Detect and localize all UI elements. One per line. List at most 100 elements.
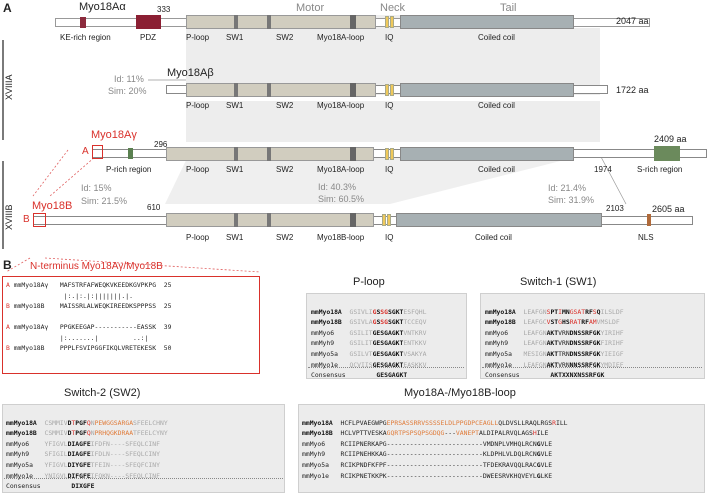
sw2-mark-18b [267, 213, 271, 227]
nterm-row-num: 25 [163, 281, 172, 289]
nterm-row-marker: A [6, 281, 14, 289]
mid-similarity: Sim: 60.5% [318, 194, 365, 204]
ploop-consensus-divider [308, 367, 464, 368]
nterm-row-num: 50 [163, 344, 172, 352]
loop-label-gamma: Myo18A-loop [317, 165, 365, 174]
motor-domain-alpha [186, 15, 376, 29]
sw1-mark-alpha [234, 15, 238, 29]
nterm-row-name: mmMyo18Aγ [13, 281, 60, 289]
nterm-row-marker [6, 334, 14, 342]
iq-label-gamma: IQ [385, 165, 394, 174]
iq-mark-alpha-2 [390, 16, 394, 28]
iq-mark-alpha-1 [385, 16, 389, 28]
nterm-row: A mmMyo18Aγ MAFSTRFAFWEQKVKEEDKGVPKPG 25 [6, 280, 171, 291]
nterm-row-seq: MAFSTRFAFWEQKVKEEDKGVPKPG [59, 281, 164, 289]
nterm-row: B mmMyo18B MAISSRLALWEQKIREEDKSPPPSS 25 [6, 301, 171, 312]
myo18a-gamma-name: Myo18Aγ [91, 129, 137, 141]
iq-mark-beta-2 [390, 84, 394, 96]
myo18a-alpha-length: 2047 aa [616, 16, 649, 26]
p-rich-domain [128, 148, 133, 159]
header-motor: Motor [296, 2, 325, 14]
gamma-length: 2409 aa [654, 134, 687, 144]
iq-mark-beta-1 [385, 84, 389, 96]
sw1-mark-18b [234, 213, 238, 227]
nterm-row-name: mmMyo18B [13, 344, 60, 352]
nterm-row: A mmMyo18Aγ PPGKEEGAP-----------EASSK 39 [6, 322, 171, 333]
loop-label-beta: Myo18A-loop [317, 101, 365, 110]
nterm-row-num: 25 [163, 302, 172, 310]
loop-label-18b: Myo18B-loop [317, 233, 365, 242]
myo18b-pos-610: 610 [147, 203, 161, 212]
nterm-row-marker: B [6, 344, 14, 352]
gamma-b-similarity: Sim: 21.5% [81, 196, 128, 206]
nterm-row: |:.|:.|:|||||||.|. [6, 291, 164, 302]
class-xviiib-label: XVIIIB [4, 204, 14, 230]
gamma-nterm-box [92, 145, 103, 159]
sw2-label-alpha: SW2 [276, 33, 294, 42]
p-rich-label: P-rich region [106, 165, 152, 174]
coil-label-gamma: Coiled coil [478, 165, 515, 174]
loop-mark-beta [350, 83, 356, 97]
header-tail: Tail [500, 2, 517, 14]
beta-identity: Id: 11% [114, 74, 144, 84]
ploop-label-gamma: P-loop [186, 165, 210, 174]
nterm-row-seq: |:.|:.|:|||||||.|. [59, 292, 164, 300]
nterm-row-name: mmMyo18Aγ [13, 323, 60, 331]
nterm-row-name [14, 334, 60, 342]
myo18b-marker: B [23, 214, 30, 225]
coiled-coil-gamma [400, 147, 574, 161]
nterm-row: |:.......| ..:| [6, 333, 164, 344]
sw1-alignment: mmMyo18A LEAFGNSPTIMNGSATRFSQILSLDF mmMy… [485, 307, 624, 380]
nterm-row-seq: MAISSRLALWEQKIREEDKSPPPSS [59, 302, 164, 310]
sw1-mark-gamma [234, 147, 238, 161]
myo18a-beta-name: Myo18Aβ [167, 67, 214, 79]
coil-label-beta: Coiled coil [478, 101, 515, 110]
coiled-coil-beta [400, 83, 574, 97]
sw1-label-gamma: SW1 [226, 165, 244, 174]
loop-alignment: mmMyo18A HCFLPVAEGWPGEPRSASSRRVSSSSELDLP… [302, 418, 568, 480]
pdz-domain [136, 15, 161, 29]
sw1-label-beta: SW1 [226, 101, 244, 110]
sw2-mark-beta [267, 83, 271, 97]
sw2-label-gamma: SW2 [276, 165, 294, 174]
coil-label-18b: Coiled coil [475, 233, 512, 242]
iq-mark-18b-1 [382, 214, 386, 226]
nterm-row-seq: PPGKEEGAP-----------EASSK [59, 323, 164, 331]
ke-rich-label: KE-rich region [60, 33, 111, 42]
coiled-coil-alpha [400, 15, 574, 29]
loop-mark-alpha [350, 15, 356, 29]
motor-domain-beta [186, 83, 376, 97]
header-neck: Neck [380, 2, 406, 14]
sw2-consensus-divider [4, 478, 283, 479]
c-identity: Id: 21.4% [548, 183, 587, 193]
sw2-title: Switch-2 (SW2) [64, 387, 141, 399]
ke-rich-domain [80, 17, 86, 28]
sw1-label-18b: SW1 [226, 233, 244, 242]
myo18b-nterm-box [33, 213, 46, 227]
nterm-row-num: 39 [163, 323, 172, 331]
nterm-row-name: mmMyo18B [13, 302, 60, 310]
sw1-consensus-divider [482, 367, 702, 368]
ploop-alignment: mmMyo18A GSIVLIGSSGSGKTESFQHL mmMyo18B G… [311, 307, 427, 380]
nterm-row-seq: PPPLFSVIPGGFIKQLVRETEKESK [59, 344, 164, 352]
nterm-row-seq: |:.......| ..:| [59, 334, 164, 342]
gamma-b-identity: Id: 15% [81, 183, 112, 193]
myo18b-pos-2103: 2103 [606, 204, 624, 213]
nls-label: NLS [638, 233, 654, 242]
pdz-label: PDZ [140, 33, 156, 42]
iq-label-18b: IQ [385, 233, 394, 242]
loop-mark-gamma [350, 147, 356, 161]
nls-mark [647, 214, 651, 226]
s-rich-domain [654, 146, 680, 161]
gamma-marker: A [82, 146, 89, 157]
nterm-row-name [14, 292, 60, 300]
mid-identity: Id: 40.3% [318, 182, 357, 192]
myo18b-name: Myo18B [32, 200, 73, 212]
iq-mark-gamma-2 [390, 148, 394, 160]
sw2-mark-gamma [267, 147, 271, 161]
gamma-pos-1974: 1974 [594, 165, 612, 174]
iq-mark-gamma-1 [385, 148, 389, 160]
nterm-row-marker [6, 292, 14, 300]
ploop-title: P-loop [353, 276, 385, 288]
nterm-row-marker: B [6, 302, 14, 310]
